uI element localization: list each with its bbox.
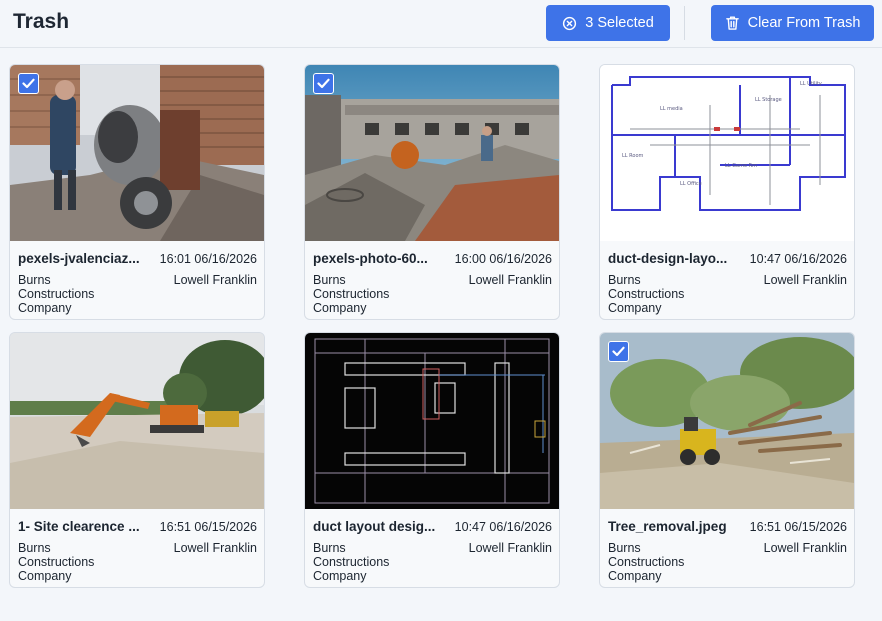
file-timestamp: 16:00 06/16/2026 xyxy=(454,252,552,266)
selected-checkbox[interactable] xyxy=(18,73,39,94)
file-name: Tree_removal.jpeg xyxy=(608,519,727,534)
svg-text:LL media: LL media xyxy=(660,106,683,112)
file-name: duct-design-layo... xyxy=(608,251,728,266)
file-card[interactable]: duct layout desig... 10:47 06/16/2026 Bu… xyxy=(304,332,560,588)
close-circle-icon xyxy=(562,16,577,31)
tree-removal-thumbnail[interactable] xyxy=(600,333,854,509)
file-company: Burns Constructions Company xyxy=(608,541,685,583)
selected-count-button[interactable]: 3 Selected xyxy=(546,5,670,41)
top-bar: Trash 3 Selected Clear From Trash xyxy=(0,0,882,48)
floor-plan-thumbnail[interactable]: LL media LL Storage LL Utility LL Room LL Ga… xyxy=(600,65,854,241)
toolbar-divider xyxy=(684,6,685,40)
file-card[interactable]: pexels-photo-60... 16:00 06/16/2026 Burn… xyxy=(304,64,560,320)
file-timestamp: 16:51 06/15/2026 xyxy=(159,520,257,534)
file-company: Burns Constructions Company xyxy=(18,273,95,315)
file-owner: Lowell Franklin xyxy=(173,273,257,287)
file-card[interactable]: 1- Site clearence ... 16:51 06/15/2026 B… xyxy=(9,332,265,588)
file-name: pexels-photo-60... xyxy=(313,251,428,266)
construction-site-thumbnail[interactable] xyxy=(305,65,559,241)
file-card[interactable]: pexels-jvalenciaz... 16:01 06/16/2026 Bu… xyxy=(9,64,265,320)
file-owner: Lowell Franklin xyxy=(763,541,847,555)
file-owner: Lowell Franklin xyxy=(468,541,552,555)
file-owner: Lowell Franklin xyxy=(763,273,847,287)
excavator-thumbnail[interactable] xyxy=(10,333,264,509)
cad-drawing-thumbnail[interactable] xyxy=(305,333,559,509)
checkmark-icon xyxy=(317,78,330,89)
file-company: Burns Constructions Company xyxy=(18,541,95,583)
file-company: Burns Constructions Company xyxy=(313,541,390,583)
svg-text:LL Room: LL Room xyxy=(622,153,644,159)
svg-text:LL Utility: LL Utility xyxy=(800,81,822,87)
file-card[interactable]: LL media LL Storage LL Utility LL Room LL Ga… xyxy=(599,64,855,320)
svg-text:LL Office: LL Office xyxy=(680,181,702,187)
file-company: Burns Constructions Company xyxy=(608,273,685,315)
file-timestamp: 10:47 06/16/2026 xyxy=(749,252,847,266)
svg-text:LL Storage: LL Storage xyxy=(755,97,782,103)
file-name: 1- Site clearence ... xyxy=(18,519,140,534)
clear-from-trash-label: Clear From Trash xyxy=(747,15,861,31)
file-name: duct layout desig... xyxy=(313,519,436,534)
file-timestamp: 16:01 06/16/2026 xyxy=(159,252,257,266)
checkmark-icon xyxy=(22,78,35,89)
page-title: Trash xyxy=(13,10,70,33)
file-company: Burns Constructions Company xyxy=(313,273,390,315)
file-timestamp: 16:51 06/15/2026 xyxy=(749,520,847,534)
selected-checkbox[interactable] xyxy=(608,341,629,362)
file-owner: Lowell Franklin xyxy=(468,273,552,287)
trash-icon xyxy=(725,15,740,31)
clear-from-trash-button[interactable]: Clear From Trash xyxy=(711,5,874,41)
selected-count-label: 3 Selected xyxy=(585,15,654,31)
cement-mixer-thumbnail[interactable] xyxy=(10,65,264,241)
file-card[interactable]: Tree_removal.jpeg 16:51 06/15/2026 Burns… xyxy=(599,332,855,588)
svg-text:LL Game Rm: LL Game Rm xyxy=(725,163,757,169)
file-timestamp: 10:47 06/16/2026 xyxy=(454,520,552,534)
checkmark-icon xyxy=(612,346,625,357)
file-name: pexels-jvalenciaz... xyxy=(18,251,140,266)
selected-checkbox[interactable] xyxy=(313,73,334,94)
file-owner: Lowell Franklin xyxy=(173,541,257,555)
